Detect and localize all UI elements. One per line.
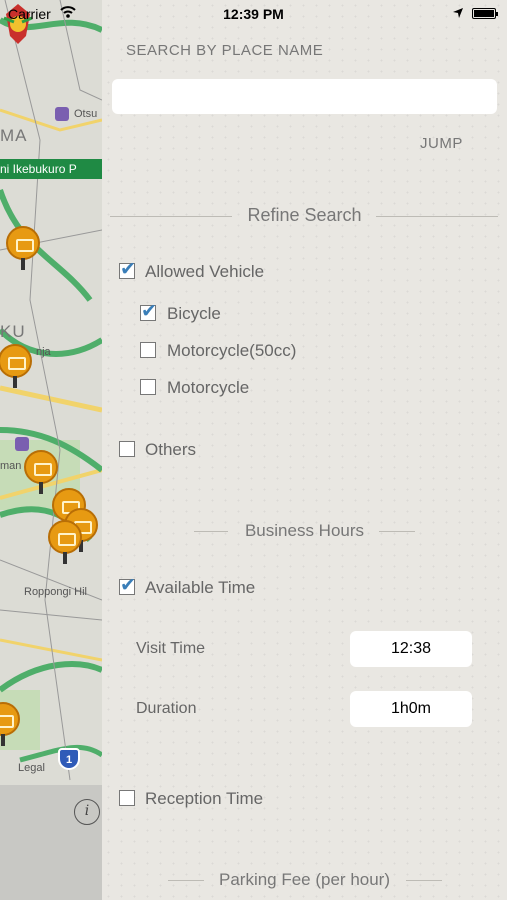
map-label-nja: nja (36, 346, 51, 358)
refine-search-title: Refine Search (247, 205, 362, 225)
allowed-vehicle-label[interactable]: Allowed Vehicle (145, 262, 264, 282)
jump-button[interactable]: JUMP (420, 135, 463, 152)
status-time: 12:39 PM (223, 6, 284, 22)
parking-pin[interactable] (48, 520, 82, 566)
refine-search-header: Refine Search (102, 205, 507, 226)
map-label-legal: Legal (18, 762, 45, 774)
allowed-vehicle-checkbox[interactable] (119, 258, 136, 280)
search-panel: SEARCH BY PLACE NAME JUMP Refine Search … (102, 0, 507, 900)
parking-pin[interactable] (0, 702, 20, 748)
parking-fee-header: Parking Fee (per hour) (102, 870, 507, 890)
available-time-label[interactable]: Available Time (145, 578, 255, 598)
visit-time-label: Visit Time (136, 640, 206, 657)
motorcycle-50cc-checkbox[interactable] (140, 342, 156, 358)
reception-time-checkbox[interactable] (119, 790, 135, 806)
duration-field[interactable]: 1h0m (350, 691, 472, 727)
duration-label: Duration (136, 700, 197, 717)
status-bar: Carrier 12:39 PM (0, 0, 507, 28)
bicycle-label[interactable]: Bicycle (167, 304, 221, 324)
place-name-search-input[interactable] (112, 79, 497, 114)
route-shield: 1 (58, 748, 80, 770)
info-icon[interactable]: i (74, 799, 100, 825)
map-label-ku: KU (0, 322, 26, 341)
search-caption: SEARCH BY PLACE NAME (126, 42, 324, 59)
business-hours-header: Business Hours (102, 521, 507, 541)
visit-time-field[interactable]: 12:38 (350, 631, 472, 667)
available-time-checkbox[interactable] (119, 574, 136, 596)
others-label[interactable]: Others (145, 440, 196, 460)
motorcycle-checkbox[interactable] (140, 379, 156, 395)
parking-pin[interactable] (0, 344, 32, 390)
battery-icon (472, 8, 498, 19)
map-label-roppongi: Roppongi Hil (24, 586, 87, 598)
bicycle-checkbox[interactable] (140, 300, 157, 322)
parking-pin[interactable] (6, 226, 40, 272)
motorcycle-50cc-label[interactable]: Motorcycle(50cc) (167, 341, 296, 361)
map-label-man: man (0, 460, 22, 472)
location-arrow-icon (453, 8, 463, 18)
map-view[interactable]: Otsu MA ni Ikebukuro P KU nja man Roppon… (0, 0, 102, 900)
parking-fee-title: Parking Fee (per hour) (218, 870, 391, 889)
motorcycle-label[interactable]: Motorcycle (167, 378, 249, 398)
others-checkbox[interactable] (119, 441, 135, 457)
map-label-otsu: Otsu (74, 108, 98, 120)
station-badge[interactable]: ni Ikebukuro P (0, 159, 102, 179)
reception-time-label[interactable]: Reception Time (145, 789, 263, 809)
map-label-ma: MA (0, 126, 28, 145)
business-hours-title: Business Hours (244, 521, 365, 540)
